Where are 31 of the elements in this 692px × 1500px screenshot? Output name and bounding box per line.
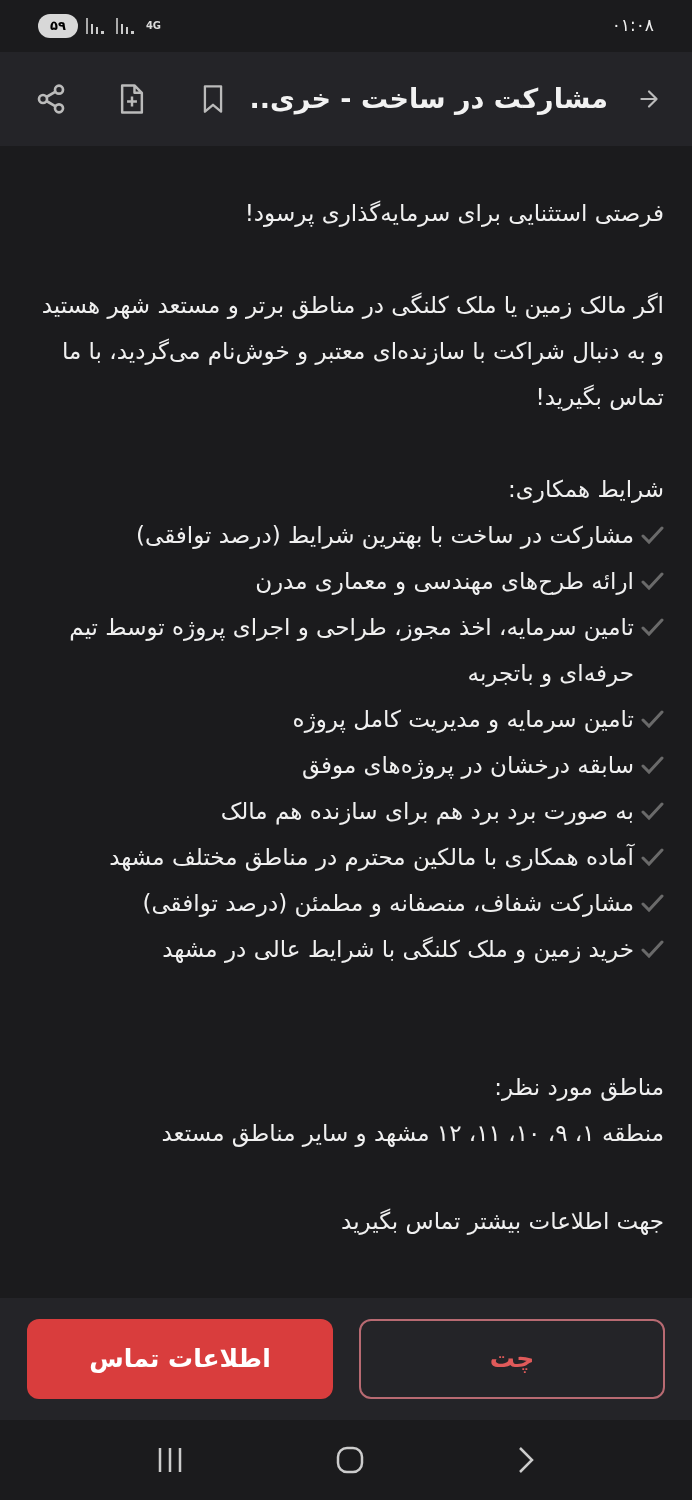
- areas-text: منطقه ۱، ۹، ۱۰، ۱۱، ۱۲ مشهد و سایر مناطق مستعد: [160, 1119, 664, 1149]
- term-text: مشارکت در ساخت با بهترین شرایط (درصد توافقی): [136, 521, 634, 551]
- term-text: ارائه طرح‌های مهندسی و معماری مدرن: [255, 567, 634, 597]
- terms-heading: شرایط همکاری:: [507, 475, 664, 505]
- home-icon[interactable]: [335, 1445, 365, 1475]
- check-icon: [640, 893, 664, 913]
- areas-heading: مناطق مورد نظر:: [493, 1073, 664, 1103]
- contact-info-button[interactable]: اطلاعات تماس: [27, 1319, 333, 1399]
- term-text: تامین سرمایه و مدیریت کامل پروژه: [292, 705, 634, 735]
- term-text: خرید زمین و ملک کلنگی با شرایط عالی در مشهد: [162, 935, 634, 965]
- term-text: سابقه درخشان در پروژه‌های موفق: [301, 751, 634, 781]
- check-icon: [640, 571, 664, 591]
- closing-text: جهت اطلاعات بیشتر تماس بگیرید: [340, 1207, 664, 1237]
- check-icon: [640, 939, 664, 959]
- check-icon: [640, 709, 664, 729]
- chat-button[interactable]: چت: [359, 1319, 665, 1399]
- check-icon: [640, 525, 664, 545]
- term-text: تامین سرمایه، اخذ مجوز، طراحی و اجرای پروژه توسط تیم حرفه‌ای و باتجربه: [68, 613, 634, 689]
- intro-text: فرصتی استثنایی برای سرمایه‌گذاری پرسود!: [243, 199, 664, 229]
- check-icon: [640, 755, 664, 775]
- term-text: به صورت برد برد هم برای سازنده هم مالک: [220, 797, 634, 827]
- check-icon: [640, 847, 664, 867]
- page-title: مشارکت در ساخت - خری..: [249, 81, 608, 117]
- clock: ۰۱:۰۸: [611, 14, 654, 38]
- network-type: 4G: [145, 21, 162, 31]
- check-icon: [640, 801, 664, 821]
- battery-level: ۵۹: [38, 14, 78, 38]
- term-text: مشارکت شفاف، منصفانه و مطمئن (درصد توافقی): [142, 889, 634, 919]
- term-text: آماده همکاری با مالکین محترم در مناطق مختلف مشهد: [109, 842, 634, 873]
- check-icon: [640, 617, 664, 637]
- description-paragraph: اگر مالک زمین یا ملک کلنگی در مناطق برتر و مستعد شهر هستید و به دنبال شراکت با سازنده‌ای معتبر و خوش‌نام می‌گردید، با ما تماس بگیرید!: [40, 291, 664, 413]
